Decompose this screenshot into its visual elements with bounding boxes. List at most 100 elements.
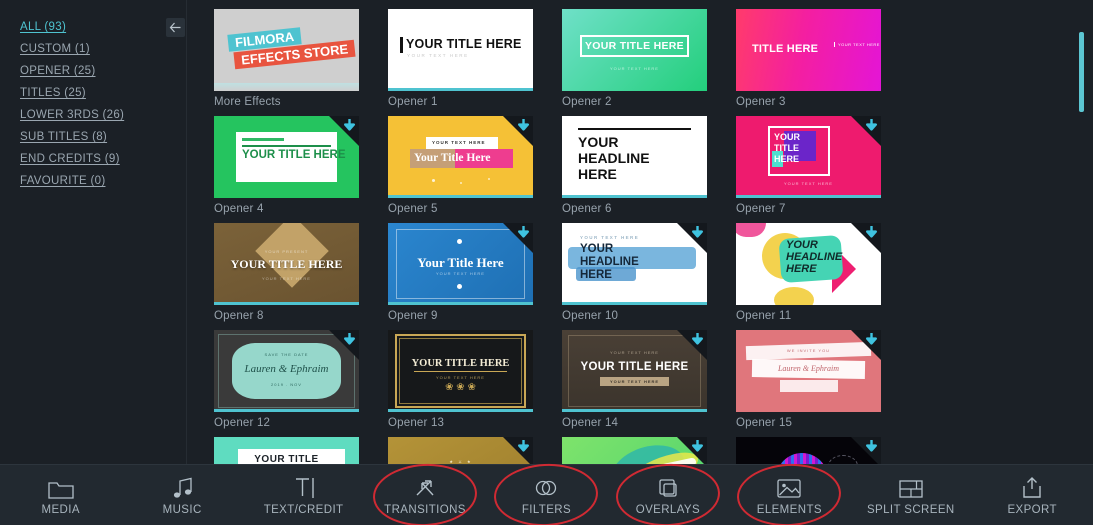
effect-cell[interactable]: ★ ⚔ ★ ·YOUR TITLE HERE· YOUR TEXT HEREOp…: [388, 437, 562, 464]
effect-caption: Opener 10: [562, 310, 619, 322]
effect-caption: Opener 7: [736, 203, 786, 215]
effect-cell[interactable]: SAVE THE DATE Lauren & Ephraim 2019 . NO…: [214, 330, 388, 429]
effect-cell[interactable]: Your Title Here YOUR TEXT HERE Opener 9: [388, 223, 562, 322]
effect-thumbnail[interactable]: YOUR TITLE GOES HERE: [214, 437, 359, 464]
toolbar-item-transitions[interactable]: TRANSITIONS: [364, 461, 485, 525]
effect-cell[interactable]: YOUR HEADLINE HERE Opener 11: [736, 223, 910, 322]
effect-cell[interactable]: YOUR TITLE HERE YOUR TEXT HERE ❀ ❀ ❀ Open…: [388, 330, 562, 429]
effect-thumbnail[interactable]: YOURTITLEHERE: [736, 437, 881, 464]
category-item-custom[interactable]: CUSTOM (1): [0, 38, 186, 60]
effect-caption: Opener 1: [388, 96, 438, 108]
toolbar-item-filters[interactable]: FILTERS: [486, 461, 607, 525]
thumbnail-accent-bar: [388, 88, 533, 91]
toolbar-item-label: TEXT/CREDIT: [263, 503, 344, 516]
effect-cell[interactable]: YOUR HEADLINE HERE Opener 6: [562, 116, 736, 215]
effects-grid[interactable]: FILMORA EFFECTS STORE More Effects YOUR T…: [188, 0, 1078, 464]
effect-thumbnail[interactable]: YOUR TITLE HERE YOUR PRESENT YOUR TEXT H…: [214, 223, 359, 305]
arrow-left-icon: [169, 22, 182, 33]
collapse-sidebar-button[interactable]: [166, 18, 185, 37]
thumbnail-accent-bar: [736, 195, 881, 198]
effect-thumbnail[interactable]: WE INVITE YOU Lauren & Ephraim: [736, 330, 881, 412]
thumbnail-accent-bar: [388, 195, 533, 198]
effect-thumbnail[interactable]: YOUR HEADLINE HERE: [562, 116, 707, 198]
effect-caption: Opener 9: [388, 310, 438, 322]
effect-thumbnail[interactable]: YOUR TEXT HERE YOUR TITLE HERE YOUR TEXT…: [562, 330, 707, 412]
effect-cell[interactable]: TITLE HERE YOUR TEXT HERE Opener 3: [736, 9, 910, 108]
effect-cell[interactable]: YOUR TITLE GOES HEREOpener 16: [214, 437, 388, 464]
category-item-all[interactable]: ALL (93): [0, 16, 186, 38]
effect-thumbnail[interactable]: YOUR TITLE HERE: [562, 437, 707, 464]
category-item-sub[interactable]: SUB TITLES (8): [0, 126, 186, 148]
thumbnail-accent-bar: [562, 409, 707, 412]
thumbnail-accent-bar: [214, 409, 359, 412]
thumbnail-accent-bar: [562, 195, 707, 198]
effect-cell[interactable]: FILMORA EFFECTS STORE More Effects: [214, 9, 388, 108]
effect-thumbnail[interactable]: YOUR TITLE HERE: [214, 116, 359, 198]
toolbar-item-label: MUSIC: [162, 503, 202, 516]
effect-cell[interactable]: YOURTITLEHERE Opener 19: [736, 437, 910, 464]
thumbnail-accent-bar: [562, 302, 707, 305]
effect-caption: Opener 2: [562, 96, 612, 108]
thumbnail-art: YOUR TEXT HERE YOUR HEADLINE HERE: [562, 223, 707, 305]
effect-thumbnail[interactable]: SAVE THE DATE Lauren & Ephraim 2019 . NO…: [214, 330, 359, 412]
music-note-icon: [170, 475, 194, 499]
effect-thumbnail[interactable]: YOUR TEXT HERE YOUR HEADLINE HERE: [562, 223, 707, 305]
toolbar-item-media[interactable]: MEDIA: [0, 465, 121, 525]
effect-thumbnail[interactable]: YOUR HEADLINE HERE: [736, 223, 881, 305]
toolbar-item-split-screen[interactable]: SPLIT SCREEN: [850, 465, 971, 525]
effect-cell[interactable]: WE INVITE YOU Lauren & Ephraim Opener 15: [736, 330, 910, 429]
thumbnail-art: FILMORA EFFECTS STORE: [214, 9, 359, 91]
effect-cell[interactable]: YOUR TITLE HERE Opener 18: [562, 437, 736, 464]
category-item-lower[interactable]: LOWER 3RDS (26): [0, 104, 186, 126]
effect-cell[interactable]: YOUR TITLE HERE YOUR TEXT HERE Opener 2: [562, 9, 736, 108]
effect-thumbnail[interactable]: TITLE HERE YOUR TEXT HERE: [736, 9, 881, 91]
scrollbar-thumb[interactable]: [1079, 32, 1084, 112]
toolbar-item-label: FILTERS: [521, 503, 572, 516]
elements-icon: [776, 475, 802, 499]
thumbnail-accent-bar: [388, 302, 533, 305]
effect-caption: Opener 6: [562, 203, 612, 215]
effect-thumbnail[interactable]: Your Title Here YOUR TEXT HERE: [388, 223, 533, 305]
category-item-titles[interactable]: TITLES (25): [0, 82, 186, 104]
effect-cell[interactable]: YOUR TEXT HERE YOUR TITLE HERE YOUR TEXT…: [562, 330, 736, 429]
effect-caption: More Effects: [214, 96, 281, 108]
effect-thumbnail[interactable]: YOUR TITLE HERE YOUR TEXT HERE ❀ ❀ ❀: [388, 330, 533, 412]
effect-cell[interactable]: YOUR TEXT HERE Your Title Here Opener 5: [388, 116, 562, 215]
effect-cell[interactable]: YOUR TITLE HERE YOUR TEXT HERE Opener 7: [736, 116, 910, 215]
toolbar-item-export[interactable]: EXPORT: [972, 465, 1093, 525]
thumbnail-art: YOUR TITLE HERE YOUR TEXT HERE: [388, 9, 533, 91]
effect-thumbnail[interactable]: YOUR TEXT HERE Your Title Here: [388, 116, 533, 198]
category-item-end[interactable]: END CREDITS (9): [0, 148, 186, 170]
thumbnail-art: ★ ⚔ ★ ·YOUR TITLE HERE· YOUR TEXT HERE: [388, 437, 533, 464]
bottom-toolbar: MEDIA MUSIC TEXT/CREDIT TRANSITIONS FILTERS O…: [0, 461, 1093, 525]
overlays-icon: [656, 475, 680, 499]
thumbnail-art: YOUR TITLE HERE YOUR PRESENT YOUR TEXT H…: [214, 223, 359, 305]
effect-thumbnail[interactable]: YOUR TITLE HERE YOUR TEXT HERE: [736, 116, 881, 198]
split-screen-icon: [898, 475, 924, 499]
effect-thumbnail[interactable]: YOUR TITLE HERE YOUR TEXT HERE: [388, 9, 533, 91]
thumbnail-art: YOUR TITLE HERE YOUR TEXT HERE: [562, 9, 707, 91]
effect-cell[interactable]: YOUR TITLE HERE YOUR PRESENT YOUR TEXT H…: [214, 223, 388, 322]
effect-cell[interactable]: YOUR TITLE HERE YOUR TEXT HERE Opener 1: [388, 9, 562, 108]
category-item-favourite[interactable]: FAVOURITE (0): [0, 170, 186, 192]
effect-cell[interactable]: YOUR TITLE HERE Opener 4: [214, 116, 388, 215]
thumbnail-art: YOUR TEXT HERE YOUR TITLE HERE YOUR TEXT…: [562, 330, 707, 412]
toolbar-item-text-credit[interactable]: TEXT/CREDIT: [243, 465, 364, 525]
toolbar-item-music[interactable]: MUSIC: [121, 465, 242, 525]
toolbar-item-overlays[interactable]: OVERLAYS: [607, 461, 728, 525]
toolbar-item-label: OVERLAYS: [635, 503, 701, 516]
transitions-icon: [413, 475, 437, 499]
effect-caption: Opener 5: [388, 203, 438, 215]
thumbnail-art: WE INVITE YOU Lauren & Ephraim: [736, 330, 881, 412]
effect-caption: Opener 13: [388, 417, 445, 429]
thumbnail-art: YOUR TITLE HERE YOUR TEXT HERE: [736, 116, 881, 198]
category-item-opener[interactable]: OPENER (25): [0, 60, 186, 82]
effect-thumbnail[interactable]: ★ ⚔ ★ ·YOUR TITLE HERE· YOUR TEXT HERE: [388, 437, 533, 464]
effect-cell[interactable]: YOUR TEXT HERE YOUR HEADLINE HERE Opener 10: [562, 223, 736, 322]
toolbar-item-label: SPLIT SCREEN: [866, 503, 955, 516]
effect-thumbnail[interactable]: FILMORA EFFECTS STORE: [214, 9, 359, 91]
toolbar-item-elements[interactable]: ELEMENTS: [729, 461, 850, 525]
thumbnail-art: YOUR HEADLINE HERE: [562, 116, 707, 198]
folder-icon: [48, 475, 74, 499]
effect-thumbnail[interactable]: YOUR TITLE HERE YOUR TEXT HERE: [562, 9, 707, 91]
